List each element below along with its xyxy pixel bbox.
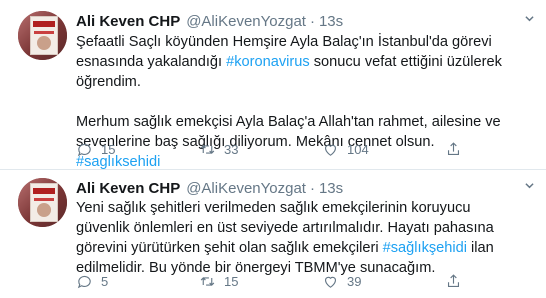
author-handle[interactable]: @AliKevenYozgat [186,180,306,197]
retweet-icon [200,145,215,154]
hashtag-link[interactable]: #sağlıkşehidi [383,240,467,256]
tweet-header: Ali Keven CHP @AliKevenYozgat · 13s [76,178,343,198]
reply-icon [77,276,91,289]
retweet-button[interactable]: 15 [199,273,322,290]
tweet-paragraph: Şefaatli Saçlı köyünden Hemşire Ayla Bal… [76,34,502,90]
author-handle[interactable]: @AliKevenYozgat [186,13,306,30]
reply-button[interactable]: 5 [76,273,199,290]
tweet[interactable]: Ali Keven CHP @AliKevenYozgat · 13s Yeni… [0,170,546,298]
tweet-paragraph: Yeni sağlık şehitleri verilmeden sağlık … [76,200,494,276]
retweet-count: 33 [224,142,239,157]
like-icon [324,276,337,288]
avatar[interactable] [18,11,67,60]
hashtag-link[interactable]: #koronavirus [226,54,310,70]
separator-dot: · [309,179,315,197]
like-icon [324,144,337,156]
chevron-down-icon[interactable] [525,181,534,190]
retweet-button[interactable]: 33 [199,141,322,158]
like-count: 39 [347,274,362,289]
tweet-time[interactable]: 13s [319,180,343,197]
share-icon [447,142,460,156]
avatar[interactable] [18,178,67,227]
tweet-actions: 15 33 104 [76,141,475,158]
chevron-down-icon[interactable] [525,14,534,23]
tweet-text: Yeni sağlık şehitleri verilmeden sağlık … [76,198,521,278]
separator-dot: · [309,12,315,30]
tweet-header: Ali Keven CHP @AliKevenYozgat · 13s [76,11,343,31]
like-button[interactable]: 39 [322,273,445,290]
share-icon [447,274,460,288]
reply-count: 15 [101,142,116,157]
tweet[interactable]: Ali Keven CHP @AliKevenYozgat · 13s Şefa… [0,0,546,170]
retweet-count: 15 [224,274,239,289]
like-count: 104 [347,142,369,157]
author-name[interactable]: Ali Keven CHP [76,13,180,30]
author-name[interactable]: Ali Keven CHP [76,180,180,197]
share-button[interactable] [445,141,475,158]
tweet-time[interactable]: 13s [319,13,343,30]
reply-icon [77,144,91,157]
reply-count: 5 [101,274,109,289]
tweet-actions: 5 15 39 [76,273,475,290]
retweet-icon [200,277,215,286]
share-button[interactable] [445,273,475,290]
like-button[interactable]: 104 [322,141,445,158]
reply-button[interactable]: 15 [76,141,199,158]
